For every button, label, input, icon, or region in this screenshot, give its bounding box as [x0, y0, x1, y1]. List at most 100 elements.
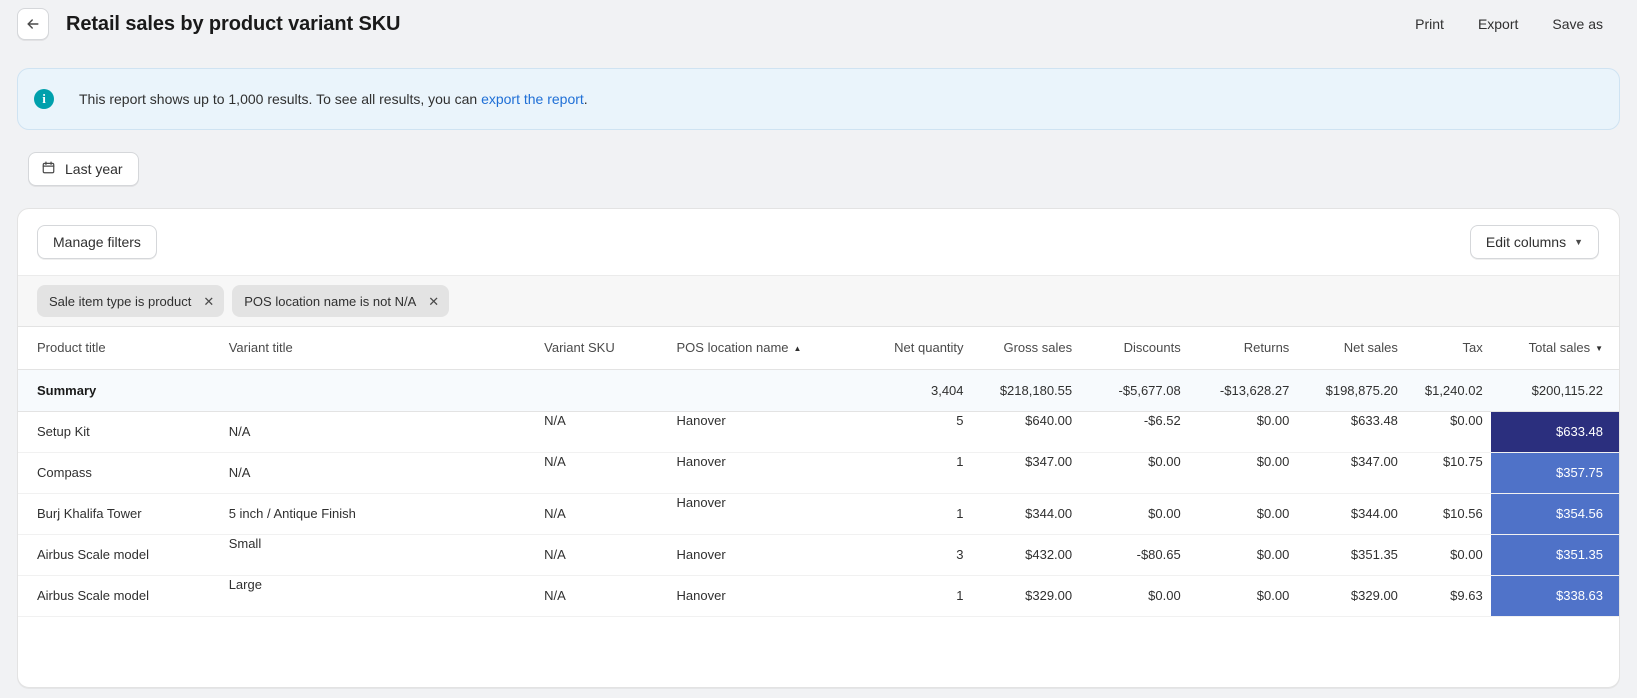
cell-variant-title: N/A	[220, 411, 537, 453]
cell-net-quantity: 1	[849, 441, 972, 483]
cell-gross-sales: $329.00	[971, 575, 1081, 617]
cell-gross-sales: $347.00	[971, 441, 1081, 483]
cell-variant-sku: N/A	[536, 441, 669, 483]
column-header-label: Returns	[1243, 340, 1290, 356]
column-header-label: Product title	[37, 340, 106, 356]
column-header-label: Variant SKU	[544, 340, 615, 356]
header-actions: Print Export Save as	[1413, 12, 1605, 36]
cell-discounts: $0.00	[1080, 575, 1189, 617]
info-icon: i	[34, 89, 54, 109]
cell-variant-sku: N/A	[536, 493, 669, 535]
column-header-variant-title[interactable]: Variant title	[220, 327, 537, 369]
column-header-discounts[interactable]: Discounts	[1080, 327, 1189, 369]
cell-variant-title: N/A	[220, 452, 537, 494]
column-header-gross-sales[interactable]: Gross sales	[971, 327, 1081, 369]
card-toolbar: Manage filters Edit columns ▼	[18, 209, 1619, 275]
cell-net-sales: $329.00	[1297, 575, 1406, 617]
column-header-label: Gross sales	[1003, 340, 1073, 356]
cell-variant-title: Small	[220, 523, 537, 565]
cell-net-sales: $344.00	[1297, 493, 1406, 535]
column-header-pos-location-name[interactable]: POS location name ▲	[668, 327, 850, 369]
cell-pos-location-name: Hanover	[668, 534, 850, 576]
column-header-label: Net quantity	[894, 340, 964, 356]
column-header-variant-sku[interactable]: Variant SKU	[536, 327, 669, 369]
cell-variant-title: Large	[220, 564, 537, 606]
column-header-tax[interactable]: Tax	[1405, 327, 1491, 369]
cell-net-quantity: 1	[849, 575, 972, 617]
cell-tax: $10.75	[1405, 441, 1491, 483]
report-page: Retail sales by product variant SKU Prin…	[0, 0, 1637, 698]
column-header-returns[interactable]: Returns	[1188, 327, 1298, 369]
column-header-label: POS location name	[676, 340, 789, 356]
table-body: Summary 3,404 $218,180.55 -$5,677.08 -$1…	[18, 368, 1619, 617]
table-row[interactable]: Airbus Scale model Large N/A Hanover 1 $…	[18, 564, 1619, 617]
summary-label: Summary	[18, 368, 221, 412]
edit-columns-label: Edit columns	[1485, 234, 1567, 250]
cell-total-sales: $338.63	[1490, 575, 1619, 617]
cell-net-sales: $351.35	[1297, 534, 1406, 576]
column-header-net-quantity[interactable]: Net quantity	[849, 327, 972, 369]
back-button[interactable]	[17, 8, 49, 40]
column-header-label: Variant title	[228, 340, 293, 356]
column-header-net-sales[interactable]: Net sales	[1297, 327, 1406, 369]
chevron-down-icon: ▼	[1574, 236, 1583, 247]
cell-variant-sku: N/A	[536, 400, 669, 442]
filter-chip-label: Sale item type is product	[49, 293, 192, 309]
cell-product-title: Burj Khalifa Tower	[18, 493, 221, 535]
summary-total-sales: $200,115.22	[1490, 368, 1619, 412]
cell-returns: $0.00	[1188, 400, 1298, 442]
column-header-total-sales[interactable]: Total sales ▼	[1490, 327, 1619, 369]
cell-total-sales: $357.75	[1490, 452, 1619, 494]
cell-net-quantity: 1	[849, 493, 972, 535]
column-header-label: Tax	[1462, 340, 1483, 356]
close-icon[interactable]: ✕	[428, 295, 439, 308]
date-filter-row: Last year	[0, 130, 1637, 186]
print-button[interactable]: Print	[1413, 12, 1446, 36]
cell-tax: $9.63	[1405, 575, 1491, 617]
cell-tax: $0.00	[1405, 534, 1491, 576]
table-head: Product title Variant title Variant SKU …	[18, 327, 1619, 369]
cell-product-title: Airbus Scale model	[18, 534, 221, 576]
cell-gross-sales: $344.00	[971, 493, 1081, 535]
cell-product-title: Airbus Scale model	[18, 575, 221, 617]
save-as-button[interactable]: Save as	[1550, 12, 1605, 36]
report-table-wrapper: Product title Variant title Variant SKU …	[18, 327, 1619, 617]
summary-variant-title	[220, 368, 537, 412]
info-banner: i This report shows up to 1,000 results.…	[17, 68, 1620, 130]
cell-returns: $0.00	[1188, 534, 1298, 576]
filter-chip-pos-location-name[interactable]: POS location name is not N/A ✕	[232, 285, 450, 317]
cell-total-sales: $351.35	[1490, 534, 1619, 576]
export-the-report-link[interactable]: export the report	[481, 91, 584, 107]
cell-variant-sku: N/A	[536, 534, 669, 576]
cell-net-sales: $633.48	[1297, 400, 1406, 442]
cell-product-title: Compass	[18, 452, 221, 494]
filter-chip-label: POS location name is not N/A	[244, 293, 417, 309]
edit-columns-button[interactable]: Edit columns ▼	[1469, 225, 1599, 259]
cell-pos-location-name: Hanover	[668, 482, 850, 524]
cell-net-sales: $347.00	[1297, 441, 1406, 483]
column-header-label: Discounts	[1123, 340, 1181, 356]
cell-variant-sku: N/A	[536, 575, 669, 617]
column-header-product-title[interactable]: Product title	[18, 327, 221, 369]
column-header-label: Net sales	[1343, 340, 1398, 356]
close-icon[interactable]: ✕	[203, 295, 214, 308]
info-banner-text-after: .	[583, 91, 588, 107]
report-table: Product title Variant title Variant SKU …	[18, 327, 1619, 617]
arrow-left-icon	[25, 16, 41, 32]
cell-pos-location-name: Hanover	[668, 441, 850, 483]
cell-gross-sales: $640.00	[971, 400, 1081, 442]
cell-discounts: -$6.52	[1080, 400, 1189, 442]
report-card: Manage filters Edit columns ▼ Sale item …	[17, 208, 1620, 688]
page-title: Retail sales by product variant SKU	[66, 12, 401, 35]
cell-discounts: -$80.65	[1080, 534, 1189, 576]
cell-pos-location-name: Hanover	[668, 400, 850, 442]
cell-total-sales: $354.56	[1490, 493, 1619, 535]
cell-net-quantity: 3	[849, 534, 972, 576]
cell-tax: $0.00	[1405, 400, 1491, 442]
filter-chip-sale-item-type[interactable]: Sale item type is product ✕	[37, 285, 225, 317]
export-button[interactable]: Export	[1476, 12, 1520, 36]
info-banner-text: This report shows up to 1,000 results. T…	[79, 91, 588, 107]
date-range-button[interactable]: Last year	[28, 152, 139, 186]
cell-gross-sales: $432.00	[971, 534, 1081, 576]
manage-filters-button[interactable]: Manage filters	[37, 225, 157, 259]
